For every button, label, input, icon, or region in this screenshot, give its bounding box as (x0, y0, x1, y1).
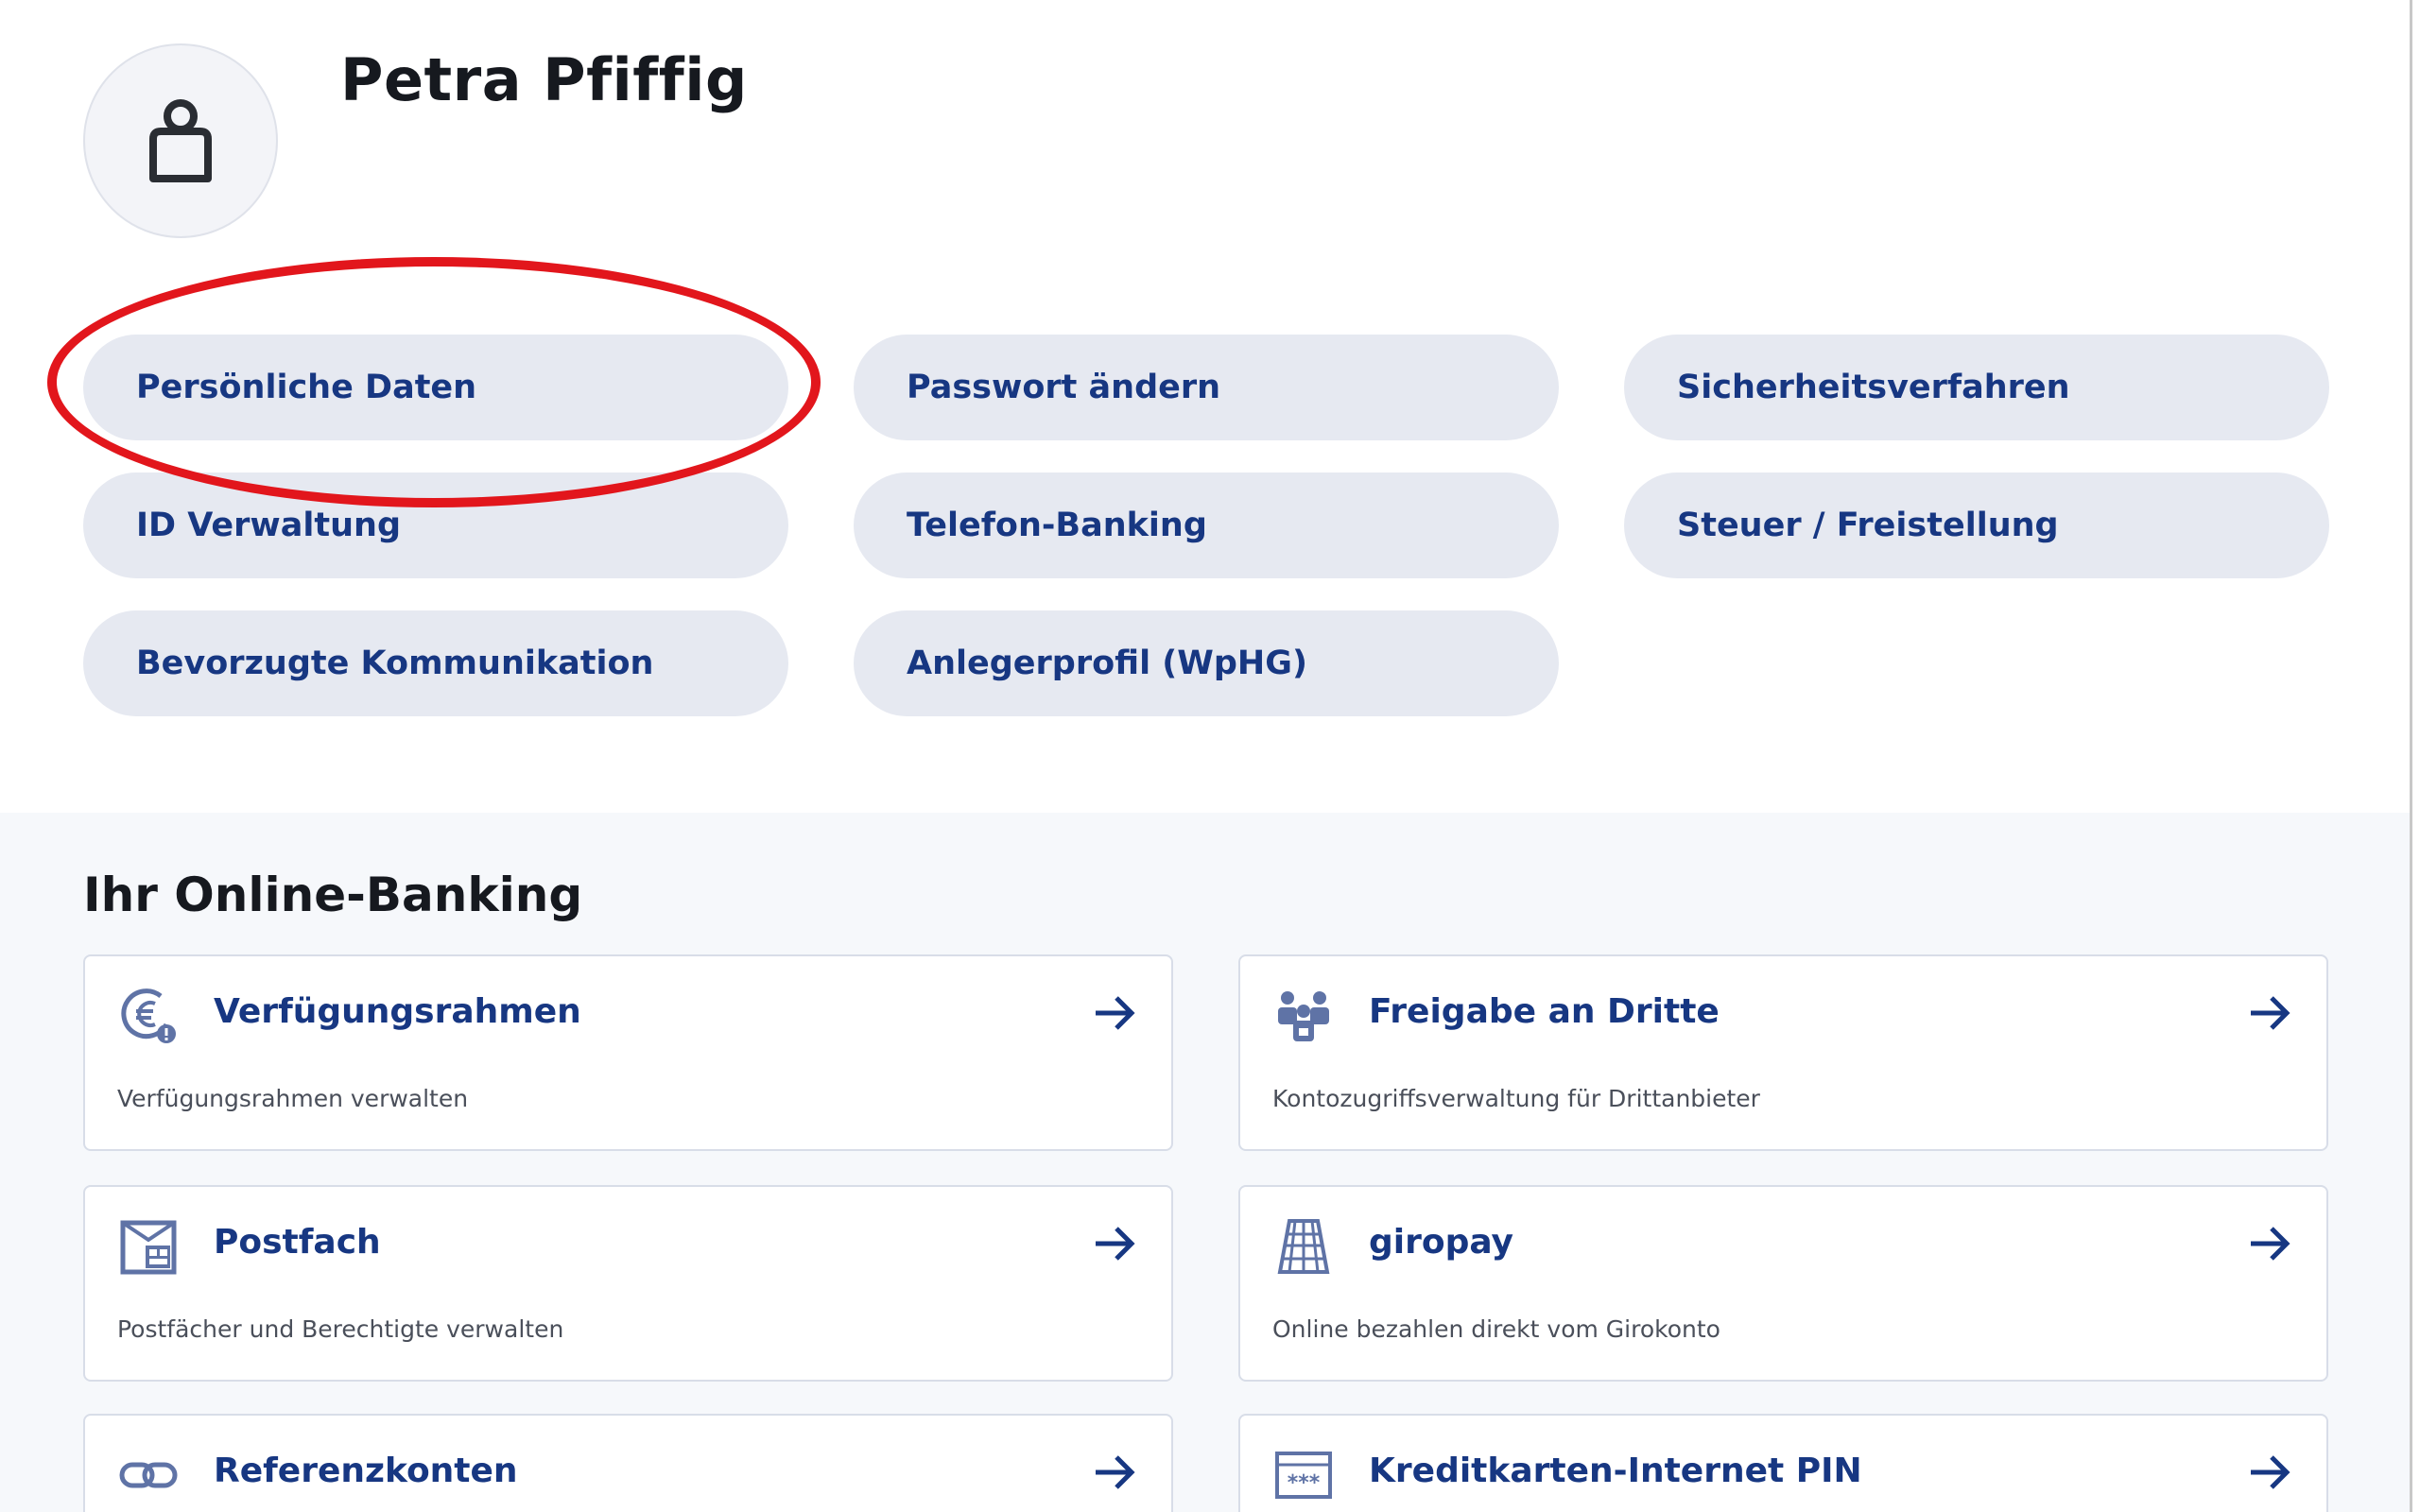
telephone-banking-button[interactable]: Telefon-Banking (854, 472, 1559, 578)
avatar (83, 43, 278, 238)
arrow-right-icon (2251, 1227, 2290, 1261)
card-title: Verfügungsrahmen (214, 992, 581, 1031)
card-verfuegungsrahmen[interactable]: Verfügungsrahmen Verfügungsrahmen verwal… (83, 954, 1173, 1151)
card-description: Postfächer und Berechtigte verwalten (117, 1315, 564, 1343)
card-title: Freigabe an Dritte (1369, 992, 1720, 1031)
arrow-right-icon (1096, 1227, 1135, 1261)
scrollbar[interactable] (2410, 0, 2420, 1512)
card-description: Kontozugriffsverwaltung für Drittanbiete… (1272, 1085, 1760, 1112)
card-referenzkonten[interactable]: Referenzkonten (83, 1414, 1173, 1512)
section-title: Ihr Online-Banking (83, 868, 583, 922)
tax-exemption-button[interactable]: Steuer / Freistellung (1624, 472, 2329, 578)
change-password-button[interactable]: Passwort ändern (854, 335, 1559, 440)
card-title: Kreditkarten-Internet PIN (1369, 1452, 1862, 1490)
card-description: Verfügungsrahmen verwalten (117, 1085, 469, 1112)
link-icon (117, 1444, 180, 1506)
card-title: giropay (1369, 1223, 1514, 1262)
svg-text:***: *** (1288, 1471, 1321, 1495)
arrow-right-icon (2251, 996, 2290, 1030)
investor-profile-button[interactable]: Anlegerprofil (WpHG) (854, 610, 1559, 716)
euro-limit-icon (117, 985, 180, 1047)
security-procedures-button[interactable]: Sicherheitsverfahren (1624, 335, 2329, 440)
arrow-right-icon (2251, 1455, 2290, 1489)
personal-data-button[interactable]: Persönliche Daten (83, 335, 788, 440)
third-party-access-icon (1272, 985, 1335, 1047)
user-name: Petra Pfiffig (340, 45, 748, 114)
mailbox-icon (117, 1215, 180, 1278)
card-title: Referenzkonten (214, 1452, 518, 1490)
pin-icon: *** (1272, 1444, 1335, 1506)
card-title: Postfach (214, 1223, 381, 1262)
arrow-right-icon (1096, 1455, 1135, 1489)
card-postfach[interactable]: Postfach Postfächer und Berechtigte verw… (83, 1185, 1173, 1382)
page: Petra Pfiffig Persönliche Daten Passwort… (0, 0, 2420, 1512)
giropay-icon (1272, 1215, 1335, 1278)
card-freigabe-an-dritte[interactable]: Freigabe an Dritte Kontozugriffsverwaltu… (1238, 954, 2328, 1151)
card-giropay[interactable]: giropay Online bezahlen direkt vom Girok… (1238, 1185, 2328, 1382)
preferred-communication-button[interactable]: Bevorzugte Kommunikation (83, 610, 788, 716)
card-kreditkarten-internet-pin[interactable]: *** Kreditkarten-Internet PIN (1238, 1414, 2328, 1512)
card-description: Online bezahlen direkt vom Girokonto (1272, 1315, 1720, 1343)
arrow-right-icon (1096, 996, 1135, 1030)
user-icon (149, 99, 212, 182)
id-management-button[interactable]: ID Verwaltung (83, 472, 788, 578)
